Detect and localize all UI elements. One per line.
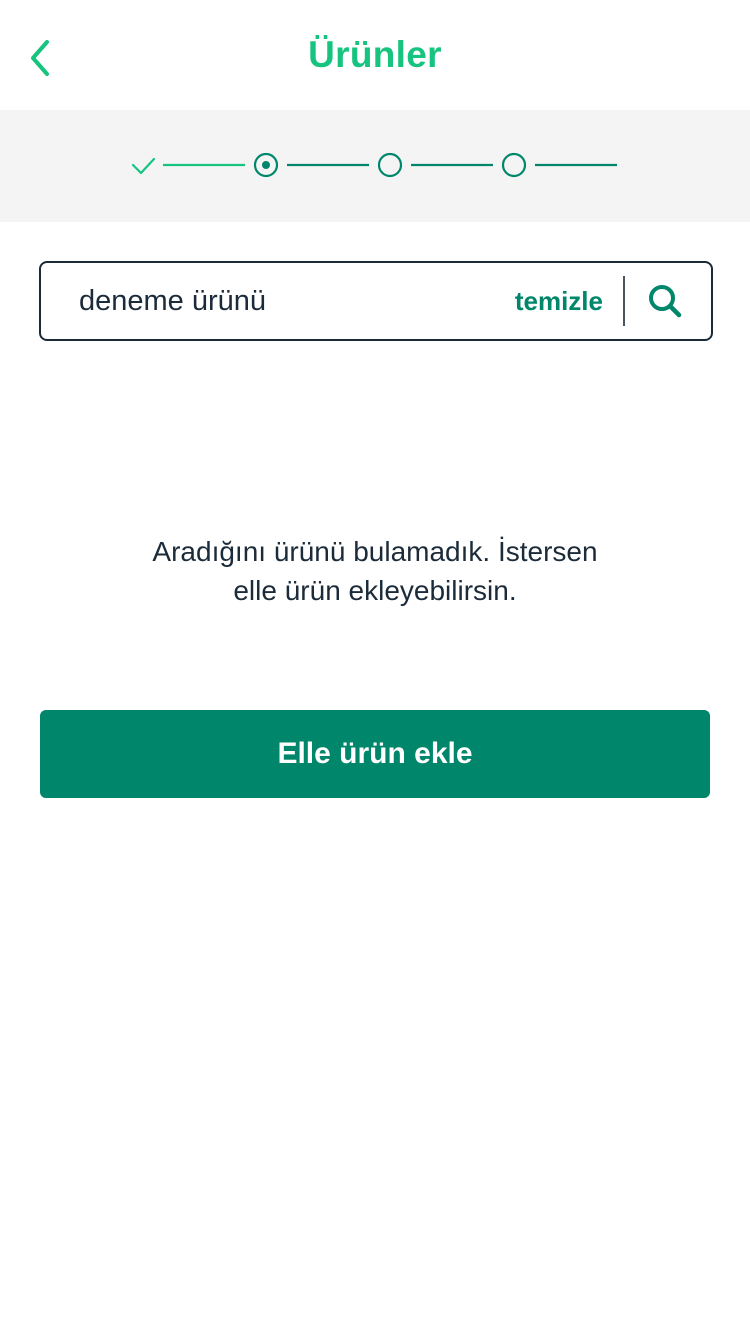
- page-title: Ürünler: [308, 34, 442, 75]
- search-input[interactable]: [79, 263, 499, 339]
- empty-state-line: elle ürün ekleyebilirsin.: [233, 575, 517, 606]
- search-icon: [649, 285, 682, 318]
- app-screen: Ürünler temizle Ar: [0, 0, 750, 1334]
- search-button[interactable]: [635, 271, 695, 331]
- current-step-dot: [262, 161, 270, 169]
- stepper-graphic: [131, 152, 617, 178]
- progress-stepper: [0, 110, 750, 222]
- empty-state-message: Aradığını ürünü bulamadık. İstersen elle…: [75, 532, 675, 610]
- check-icon: [131, 157, 156, 175]
- clear-button[interactable]: temizle: [515, 263, 603, 339]
- circle-icon: [377, 152, 403, 178]
- header-bar: Ürünler: [0, 0, 750, 110]
- circle-icon: [501, 152, 527, 178]
- search-divider: [623, 276, 625, 326]
- search-box: temizle: [39, 261, 713, 341]
- empty-state-line: Aradığını ürünü bulamadık. İstersen: [152, 536, 598, 567]
- add-manual-product-button[interactable]: Elle ürün ekle: [40, 710, 710, 798]
